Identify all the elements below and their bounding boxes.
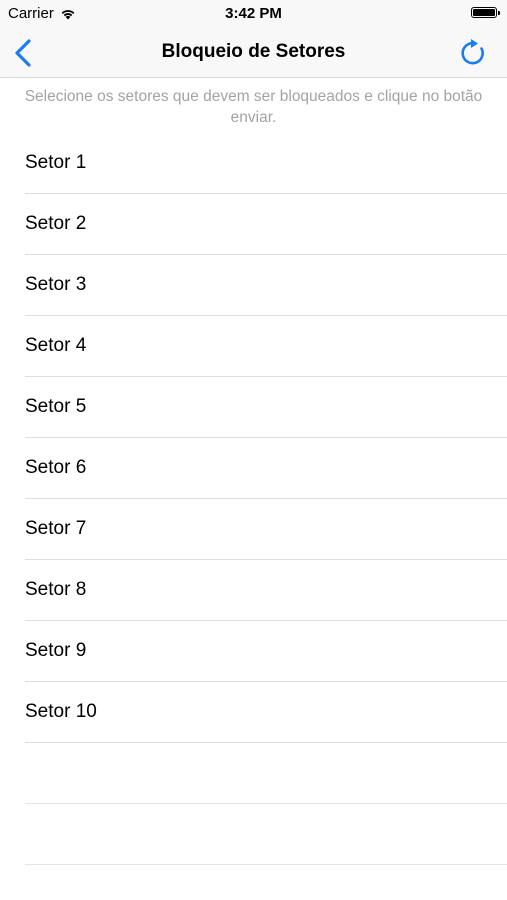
back-button[interactable] — [10, 36, 40, 70]
page-title: Bloqueio de Setores — [161, 41, 346, 62]
sector-label: Setor 4 — [25, 335, 87, 356]
sector-label: Setor 7 — [25, 518, 87, 539]
list-item[interactable]: Setor 2 — [0, 194, 507, 255]
list-item[interactable]: Setor 10 — [0, 682, 507, 743]
sector-label: Setor 3 — [25, 274, 87, 295]
chevron-left-icon — [15, 39, 31, 67]
refresh-button[interactable] — [457, 37, 489, 69]
sector-label: Setor 8 — [25, 579, 87, 600]
empty-row — [0, 804, 507, 865]
list-item[interactable]: Setor 4 — [0, 316, 507, 377]
navigation-bar: Bloqueio de Setores — [0, 28, 507, 78]
list-item[interactable]: Setor 8 — [0, 560, 507, 621]
instruction-text: Selecione os setores que devem ser bloqu… — [24, 88, 483, 126]
empty-row — [0, 743, 507, 804]
list-item[interactable]: Setor 7 — [0, 499, 507, 560]
sector-label: Setor 6 — [25, 457, 87, 478]
list-item[interactable]: Setor 9 — [0, 621, 507, 682]
refresh-icon — [461, 39, 484, 65]
sector-label: Setor 9 — [25, 640, 87, 661]
list-item[interactable]: Setor 5 — [0, 377, 507, 438]
status-bar: Carrier 3:42 PM — [0, 0, 507, 28]
sector-label: Setor 5 — [25, 396, 87, 417]
list-item[interactable]: Setor 3 — [0, 255, 507, 316]
sector-label: Setor 1 — [25, 152, 87, 173]
battery-icon — [471, 7, 500, 18]
screen: Carrier 3:42 PM Bloqueio de Setores Sele… — [0, 0, 507, 900]
sector-label: Setor 10 — [25, 701, 97, 722]
list-item[interactable]: Setor 6 — [0, 438, 507, 499]
sector-label: Setor 2 — [25, 213, 87, 234]
sector-list: Setor 1 Setor 2 Setor 3 Setor 4 Setor 5 … — [0, 133, 507, 865]
list-item[interactable]: Setor 1 — [0, 133, 507, 194]
status-time: 3:42 PM — [225, 5, 282, 22]
